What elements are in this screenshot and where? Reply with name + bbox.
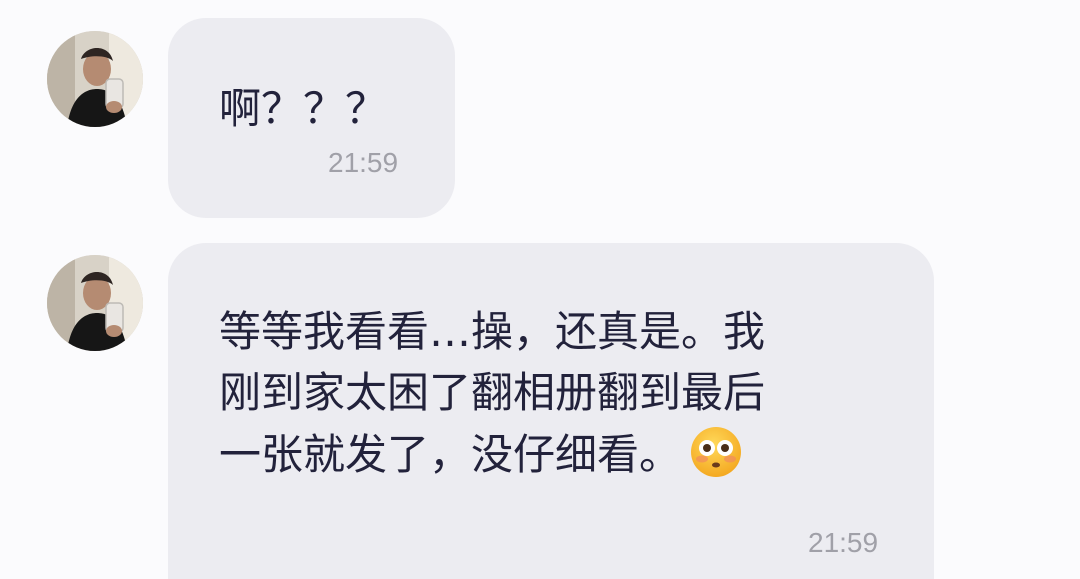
avatar[interactable]: [47, 255, 143, 351]
message-bubble[interactable]: 等等我看看…操，还真是。我 刚到家太困了翻相册翻到最后 一张就发了，没仔细看。 …: [168, 243, 934, 579]
message-text-line-2: 刚到家太困了翻相册翻到最后: [219, 368, 766, 417]
message-timestamp: 21:59: [328, 147, 399, 178]
avatar-photo-icon: [47, 31, 143, 127]
message-text: 啊？？？: [219, 84, 388, 133]
message-text: 一张就发了，没仔细看。: [219, 430, 682, 479]
avatar[interactable]: [47, 31, 143, 127]
avatar-photo-icon: [47, 255, 143, 351]
message-bubble[interactable]: 啊？？？ 21:59: [168, 18, 455, 218]
message-timestamp: 21:59: [808, 527, 879, 558]
flushed-face-icon: [689, 425, 743, 494]
message-row: 啊？？？ 21:59: [0, 0, 1080, 225]
message-row: 等等我看看…操，还真是。我 刚到家太困了翻相册翻到最后 一张就发了，没仔细看。 …: [0, 225, 1080, 579]
chat-thread: 啊？？？ 21:59 等等我看看…操，还真是。我 刚到家太困了翻相册翻到最后 一…: [0, 0, 1080, 579]
message-text-line-3: 一张就发了，没仔细看。: [219, 425, 743, 494]
message-text-line-1: 等等我看看…操，还真是。我: [219, 307, 766, 356]
